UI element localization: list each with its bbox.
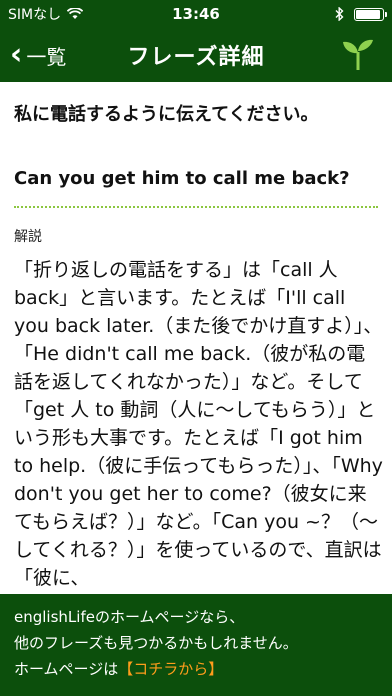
banner-line-3: ホームページは【コチラから】 xyxy=(14,656,378,682)
homepage-link[interactable]: 【コチラから】 xyxy=(118,660,223,678)
wifi-icon xyxy=(67,8,84,19)
sprout-icon xyxy=(343,39,373,70)
status-right xyxy=(335,7,387,21)
bluetooth-icon xyxy=(335,7,344,21)
battery-icon xyxy=(354,7,387,21)
banner-line-1: englishLifeのホームページなら、 xyxy=(14,608,245,626)
nav-bar: ‹ 一覧 フレーズ詳細 xyxy=(0,28,392,82)
carrier-label: SIMなし xyxy=(8,7,62,23)
screen: SIMなし 13:46 ‹ 一覧 フレーズ詳細 私に電話するように伝えてください… xyxy=(0,0,392,696)
explanation-label: 解説 xyxy=(14,229,42,245)
banner-line-2: 他のフレーズも見つかるかもしれません。 xyxy=(14,634,298,652)
status-left: SIMなし xyxy=(8,4,84,24)
page-title: フレーズ詳細 xyxy=(127,45,265,70)
battery-fill xyxy=(356,9,380,19)
explanation-text: 「折り返しの電話をする」は「call 人 back」と言います。たとえば「I'l… xyxy=(14,259,383,589)
dotted-divider xyxy=(14,206,378,208)
phrase-japanese: 私に電話するように伝えてください。 xyxy=(14,104,319,125)
homepage-banner: englishLifeのホームページなら、 他のフレーズも見つかるかもしれません… xyxy=(0,594,392,696)
phrase-content: 私に電話するように伝えてください。 Can you get him to cal… xyxy=(0,82,392,594)
status-bar: SIMなし 13:46 xyxy=(0,0,392,28)
banner-line-3-prefix: ホームページは xyxy=(14,660,119,678)
phrase-english: Can you get him to call me back? xyxy=(14,168,350,189)
